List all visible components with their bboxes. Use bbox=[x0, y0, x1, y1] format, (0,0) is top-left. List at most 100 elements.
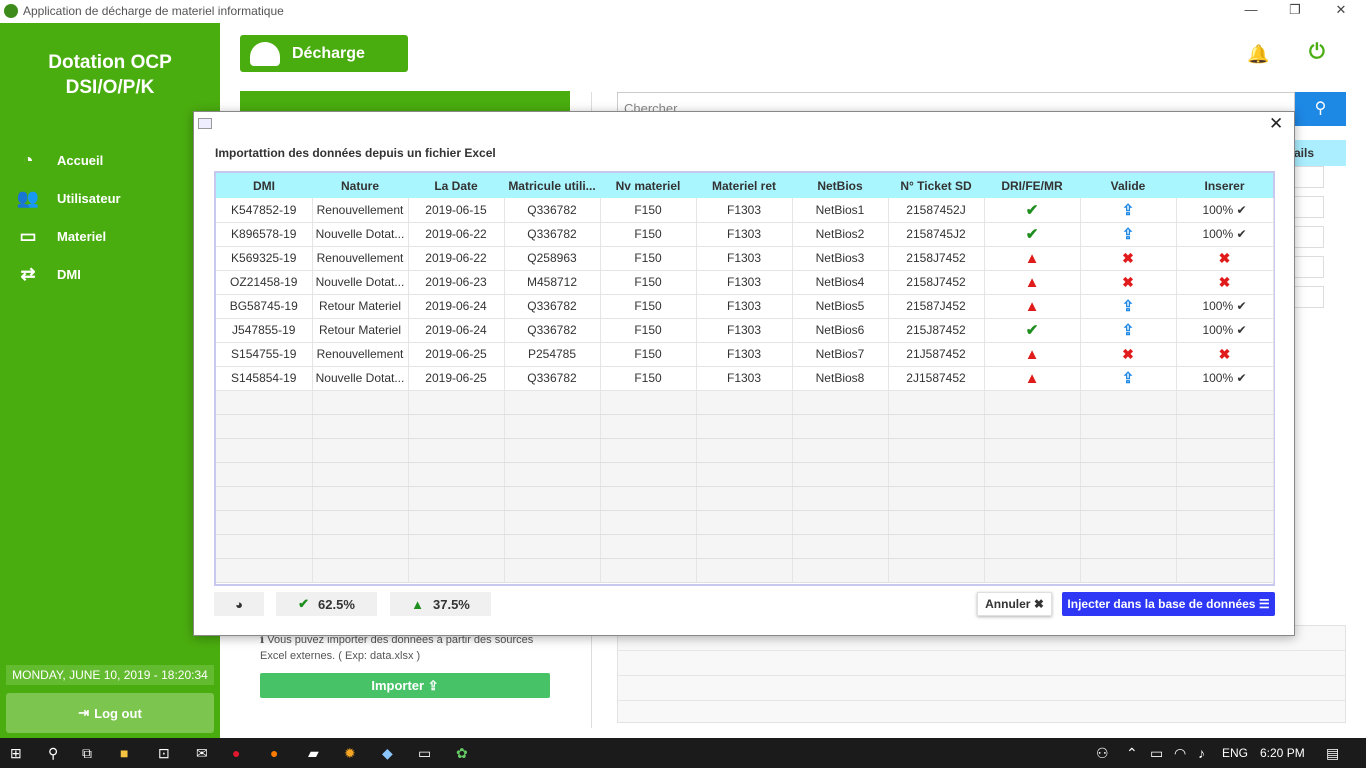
table-row[interactable]: J547855-19 Retour Materiel 2019-06-24 Q3367… bbox=[216, 318, 1274, 343]
cell-dmi: J547855-19 bbox=[216, 318, 313, 343]
ok-percent: 62.5% bbox=[318, 596, 355, 612]
sidebar-item-utilisateur[interactable]: 👥 Utilisateur bbox=[14, 186, 204, 210]
empty-table-row bbox=[216, 438, 1274, 463]
empty-table-row bbox=[216, 462, 1274, 487]
people-icon[interactable]: ⚇ bbox=[1096, 745, 1109, 762]
empty-cell bbox=[600, 558, 697, 583]
detail-button[interactable] bbox=[1294, 226, 1324, 248]
sidebar-item-accueil[interactable]: ◔ Accueil bbox=[14, 148, 204, 172]
sidebar-item-label: Accueil bbox=[57, 152, 104, 168]
inject-database-button[interactable]: Injecter dans la base de données ☰ bbox=[1062, 592, 1275, 616]
terminal-icon[interactable]: ▭ bbox=[418, 745, 431, 762]
dialog-close-button[interactable]: ✕ bbox=[1269, 114, 1283, 134]
store-icon[interactable]: ⊡ bbox=[158, 745, 170, 762]
exchange-icon: ⇄ bbox=[20, 263, 36, 284]
detail-button[interactable] bbox=[1294, 256, 1324, 278]
app-icon[interactable]: ✹ bbox=[344, 745, 356, 762]
importer-button[interactable]: Importer ⇪ bbox=[260, 673, 550, 698]
table-header-row: DMI Nature La Date Matricule utili... Nv mat… bbox=[216, 173, 1273, 198]
file-explorer-icon[interactable]: ■ bbox=[120, 745, 128, 761]
table-row[interactable]: K569325-19 Renouvellement 2019-06-22 Q25896… bbox=[216, 246, 1274, 271]
language-indicator[interactable]: ENG bbox=[1222, 746, 1248, 760]
app-icon[interactable]: ◆ bbox=[382, 745, 393, 762]
column-header[interactable]: DMI bbox=[216, 173, 312, 198]
search-button[interactable]: ⚲ bbox=[1295, 92, 1346, 126]
dialog-window-icon bbox=[198, 118, 212, 129]
empty-cell bbox=[984, 534, 1081, 559]
java-app-icon[interactable]: ✿ bbox=[456, 745, 468, 762]
taskbar: ⊞ ⚲ ⧉ ■ ⊡ ✉ ● ● ▰ ✹ ◆ ▭ ✿ ⚇ ⌃ ▭ ◠ ♪ ENG … bbox=[0, 738, 1366, 768]
column-header[interactable]: La Date bbox=[408, 173, 504, 198]
column-header[interactable]: Matricule utili... bbox=[504, 173, 600, 198]
close-window-button[interactable]: ✕ bbox=[1326, 2, 1356, 20]
sidebar-item-dmi[interactable]: ⇄ DMI bbox=[14, 262, 204, 286]
cell-dmi: BG58745-19 bbox=[216, 294, 313, 319]
empty-cell bbox=[984, 390, 1081, 415]
cell-valide[interactable]: ✖ bbox=[1080, 270, 1177, 295]
column-header[interactable]: NetBios bbox=[792, 173, 888, 198]
detail-button[interactable] bbox=[1294, 286, 1324, 308]
empty-cell bbox=[504, 462, 601, 487]
firefox-icon[interactable]: ● bbox=[270, 745, 278, 761]
table-row[interactable]: K547852-19 Renouvellement 2019-06-15 Q33678… bbox=[216, 198, 1274, 223]
table-row[interactable]: BG58745-19 Retour Materiel 2019-06-24 Q3367… bbox=[216, 294, 1274, 319]
mail-icon[interactable]: ✉ bbox=[196, 745, 208, 762]
opera-icon[interactable]: ● bbox=[232, 745, 240, 761]
empty-table-row bbox=[216, 486, 1274, 511]
stats-chart-button[interactable]: ◕ bbox=[214, 592, 264, 616]
column-header[interactable]: Nv materiel bbox=[600, 173, 696, 198]
notifications-icon[interactable]: ▤ bbox=[1326, 745, 1339, 762]
task-view-icon[interactable]: ⧉ bbox=[82, 745, 92, 762]
detail-button[interactable] bbox=[1294, 196, 1324, 218]
power-icon[interactable]: ⏻ bbox=[1309, 41, 1325, 64]
chevron-up-icon[interactable]: ⌃ bbox=[1126, 745, 1138, 762]
volume-icon[interactable]: ♪ bbox=[1198, 745, 1205, 761]
restore-button[interactable]: ❐ bbox=[1280, 2, 1310, 20]
cell-valide[interactable]: ⇪ bbox=[1080, 198, 1177, 223]
column-header[interactable]: Materiel ret bbox=[696, 173, 792, 198]
cancel-button[interactable]: Annuler ✖ bbox=[977, 592, 1052, 616]
error-x-icon: ✖ bbox=[1218, 345, 1231, 362]
column-header[interactable]: Nature bbox=[312, 173, 408, 198]
empty-cell bbox=[408, 390, 505, 415]
minimize-button[interactable]: — bbox=[1236, 2, 1266, 20]
column-header[interactable]: Inserer bbox=[1176, 173, 1273, 198]
detail-button[interactable] bbox=[1294, 166, 1324, 188]
logout-button[interactable]: ⇥ Log out bbox=[6, 693, 214, 733]
app-icon[interactable]: ▰ bbox=[308, 745, 319, 762]
cell-valide[interactable]: ⇪ bbox=[1080, 318, 1177, 343]
empty-cell bbox=[984, 438, 1081, 463]
bell-icon[interactable]: 🔔 bbox=[1247, 44, 1269, 65]
column-header[interactable]: Valide bbox=[1080, 173, 1176, 198]
page-title-badge: Décharge bbox=[240, 35, 408, 72]
logout-icon: ⇥ bbox=[78, 705, 90, 720]
upload-icon[interactable]: ⇪ bbox=[1122, 202, 1135, 219]
cell-date: 2019-06-24 bbox=[408, 294, 505, 319]
windows-start-icon[interactable]: ⊞ bbox=[10, 745, 22, 762]
cell-valide[interactable]: ⇪ bbox=[1080, 222, 1177, 247]
upload-icon[interactable]: ⇪ bbox=[1122, 370, 1135, 387]
upload-icon[interactable]: ⇪ bbox=[1122, 298, 1135, 315]
cell-valide[interactable]: ✖ bbox=[1080, 342, 1177, 367]
upload-icon[interactable]: ⇪ bbox=[1122, 322, 1135, 339]
wifi-icon[interactable]: ◠ bbox=[1174, 745, 1186, 762]
cell-ret: F1303 bbox=[696, 366, 793, 391]
table-row[interactable]: OZ21458-19 Nouvelle Dotat... 2019-06-23 M45… bbox=[216, 270, 1274, 295]
cell-ticket: 2158J7452 bbox=[888, 246, 985, 271]
cell-valide[interactable]: ⇪ bbox=[1080, 366, 1177, 391]
taskbar-clock[interactable]: 6:20 PM bbox=[1260, 746, 1305, 760]
sidebar-item-materiel[interactable]: ▭ Materiel bbox=[14, 224, 204, 248]
cell-valide[interactable]: ✖ bbox=[1080, 246, 1177, 271]
cell-matricule: Q258963 bbox=[504, 246, 601, 271]
cell-nature: Renouvellement bbox=[312, 342, 409, 367]
table-row[interactable]: S145854-19 Nouvelle Dotat... 2019-06-25 Q33… bbox=[216, 366, 1274, 391]
battery-icon[interactable]: ▭ bbox=[1150, 745, 1163, 762]
column-header[interactable]: N° Ticket SD bbox=[888, 173, 984, 198]
cell-dmi: S154755-19 bbox=[216, 342, 313, 367]
table-row[interactable]: K896578-19 Nouvelle Dotat... 2019-06-22 Q33… bbox=[216, 222, 1274, 247]
cell-valide[interactable]: ⇪ bbox=[1080, 294, 1177, 319]
column-header[interactable]: DRI/FE/MR bbox=[984, 173, 1080, 198]
upload-icon[interactable]: ⇪ bbox=[1122, 226, 1135, 243]
search-icon[interactable]: ⚲ bbox=[48, 745, 58, 762]
table-row[interactable]: S154755-19 Renouvellement 2019-06-25 P25478… bbox=[216, 342, 1274, 367]
